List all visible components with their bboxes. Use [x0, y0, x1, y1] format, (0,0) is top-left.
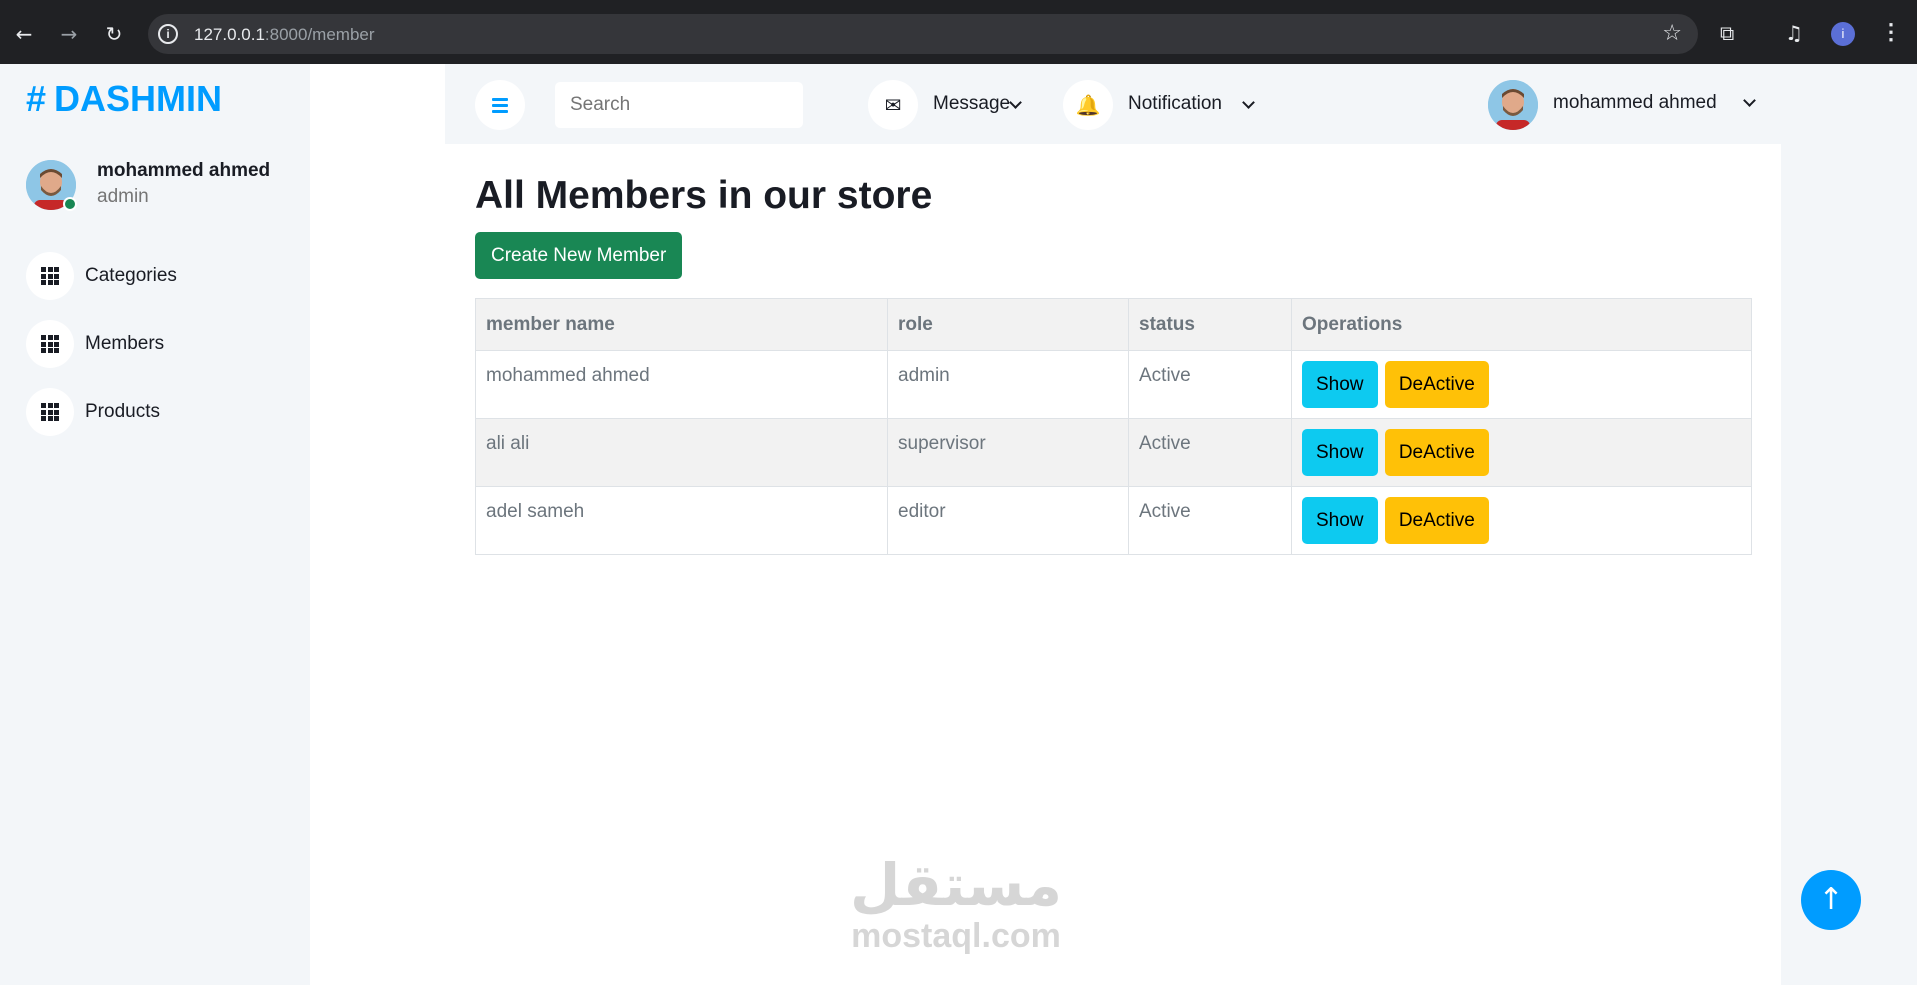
back-to-top-button[interactable]: ↑	[1801, 870, 1861, 930]
watermark: مستقل mostaql.com	[836, 852, 1076, 954]
role-cell: editor	[887, 486, 1129, 555]
member-name-cell: adel sameh	[475, 486, 888, 555]
member-name-cell: mohammed ahmed	[475, 350, 888, 419]
sidebar-toggle-button[interactable]	[475, 80, 525, 130]
browser-toolbar: ← → ↻ i 127.0.0.1:8000/member ☆ ⧉ ♫ i ⋮	[0, 0, 1917, 64]
bookmark-star-icon[interactable]: ☆	[1662, 21, 1682, 46]
media-control-icon[interactable]: ♫	[1785, 20, 1803, 46]
browser-menu-icon[interactable]: ⋮	[1880, 18, 1902, 46]
search-input[interactable]	[555, 82, 803, 128]
user-dropdown[interactable]: mohammed ahmed	[1488, 80, 1758, 130]
avatar	[1488, 80, 1538, 130]
sidebar-item-categories[interactable]: Categories	[26, 252, 296, 320]
member-name-cell: ali ali	[475, 418, 888, 487]
show-button[interactable]: Show	[1302, 429, 1378, 476]
message-dropdown[interactable]: ✉ Message	[868, 80, 1022, 130]
content-margin-right	[1781, 64, 1917, 985]
members-table: member name role status Operations moham…	[475, 298, 1752, 555]
watermark-arabic: مستقل	[849, 851, 1063, 919]
deactive-button[interactable]: DeActive	[1384, 429, 1489, 476]
bell-icon: 🔔	[1075, 93, 1101, 117]
message-label: Message	[933, 93, 1011, 114]
sidebar: # DASHMIN mohammed ahmed admin Categories…	[0, 64, 310, 985]
url-path: :8000/member	[264, 25, 375, 44]
status-cell: Active	[1128, 350, 1292, 419]
brand-logo[interactable]: # DASHMIN	[26, 78, 222, 120]
status-cell: Active	[1128, 418, 1292, 487]
sidebar-item-products[interactable]: Products	[26, 388, 296, 456]
url-host: 127.0.0.1	[194, 25, 265, 44]
brand-name: DASHMIN	[54, 78, 223, 119]
deactive-button[interactable]: DeActive	[1384, 361, 1489, 408]
table-row: ali ali supervisor Active Show DeActive	[475, 418, 1752, 487]
role-cell: supervisor	[887, 418, 1129, 487]
top-navbar: ✉ Message 🔔 Notification mohammed ahmed	[445, 64, 1781, 144]
page-title: All Members in our store	[475, 174, 933, 217]
column-header: Operations	[1291, 298, 1752, 351]
watermark-latin: mostaql.com	[851, 917, 1061, 955]
user-name: mohammed ahmed	[1553, 92, 1717, 113]
notification-icon-circle: 🔔	[1063, 80, 1113, 130]
sidebar-item-label: Products	[85, 401, 160, 422]
chevron-down-icon	[1743, 94, 1756, 107]
notification-label: Notification	[1128, 93, 1222, 114]
column-header: role	[887, 298, 1129, 351]
message-icon-circle: ✉	[868, 80, 918, 130]
envelope-icon: ✉	[884, 93, 902, 117]
grid-icon	[26, 388, 74, 436]
role-cell: admin	[887, 350, 1129, 419]
deactive-button[interactable]: DeActive	[1384, 497, 1489, 544]
status-cell: Active	[1128, 486, 1292, 555]
show-button[interactable]: Show	[1302, 497, 1378, 544]
sidebar-nav: Categories Members Products	[26, 252, 296, 456]
tab-strip	[0, 0, 1917, 12]
back-icon[interactable]: ←	[10, 20, 38, 48]
sidebar-item-label: Categories	[85, 265, 177, 286]
table-row: adel sameh editor Active Show DeActive	[475, 486, 1752, 555]
site-info-icon[interactable]: i	[158, 24, 178, 44]
sidebar-item-members[interactable]: Members	[26, 320, 296, 388]
url-text[interactable]: 127.0.0.1:8000/member	[194, 25, 375, 45]
chevron-down-icon	[1242, 96, 1255, 109]
hamburger-icon	[492, 97, 508, 113]
extensions-icon[interactable]: ⧉	[1720, 20, 1734, 46]
column-header: status	[1128, 298, 1292, 351]
arrow-up-icon: ↑	[1818, 882, 1844, 917]
sidebar-user-role: admin	[97, 186, 149, 207]
reload-icon[interactable]: ↻	[100, 20, 128, 48]
notification-dropdown[interactable]: 🔔 Notification	[1063, 80, 1255, 130]
operations-cell: Show DeActive	[1291, 418, 1752, 487]
browser-profile-avatar[interactable]: i	[1831, 22, 1855, 46]
address-bar[interactable]: i 127.0.0.1:8000/member ☆	[148, 14, 1698, 54]
main-content: All Members in our store Create New Memb…	[445, 144, 1781, 985]
show-button[interactable]: Show	[1302, 361, 1378, 408]
sidebar-user-name: mohammed ahmed	[97, 160, 271, 181]
content-margin	[310, 64, 445, 985]
table-header-row: member name role status Operations	[475, 298, 1752, 351]
chevron-down-icon	[1009, 96, 1022, 109]
column-header: member name	[475, 298, 888, 351]
grid-icon	[26, 320, 74, 368]
brand-hash-icon: #	[26, 78, 47, 119]
operations-cell: Show DeActive	[1291, 486, 1752, 555]
online-status-dot	[63, 197, 77, 211]
operations-cell: Show DeActive	[1291, 350, 1752, 419]
sidebar-item-label: Members	[85, 333, 165, 354]
forward-icon[interactable]: →	[55, 20, 83, 48]
table-row: mohammed ahmed admin Active Show DeActiv…	[475, 350, 1752, 419]
create-member-button[interactable]: Create New Member	[475, 232, 683, 279]
grid-icon	[26, 252, 74, 300]
